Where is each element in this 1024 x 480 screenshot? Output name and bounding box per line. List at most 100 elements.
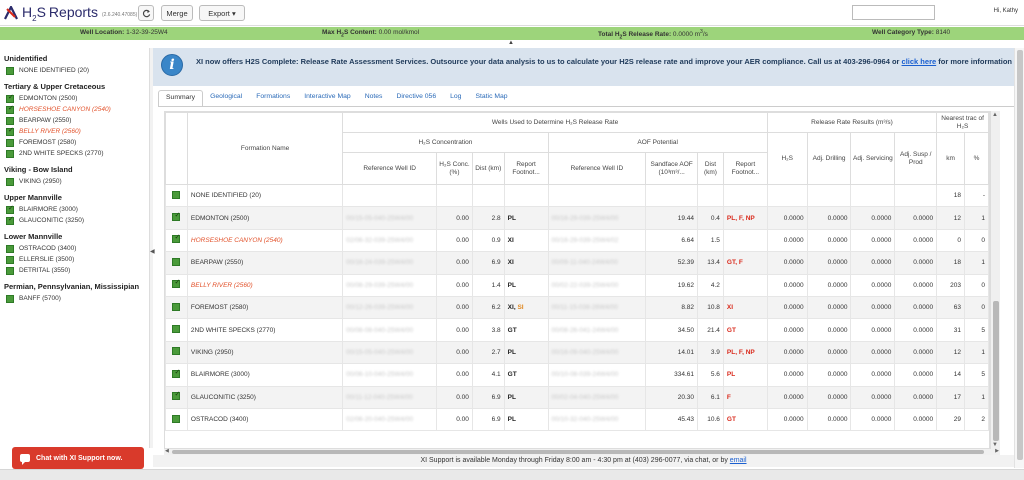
info-icon: i <box>161 54 183 76</box>
sidebar-formation-item[interactable]: NONE IDENTIFIED (20) <box>0 65 149 76</box>
sidebar-formation-item[interactable]: DETRITAL (3550) <box>0 265 149 276</box>
page-vertical-scroll-thumb[interactable] <box>1017 50 1023 460</box>
header-report-footnote[interactable]: Report Footnot... <box>503 152 549 185</box>
sandface-aof-cell: 14.01 <box>645 340 698 365</box>
h2s-release-cell: 0.0000 <box>766 340 808 365</box>
scroll-up-icon[interactable]: ▲ <box>992 112 998 118</box>
sidebar-formation-item[interactable]: HORSESHOE CANYON (2540) <box>0 104 149 115</box>
sidebar-formation-item[interactable]: BANFF (5700) <box>0 293 149 304</box>
email-link[interactable]: email <box>730 457 747 464</box>
footnote-code: PL <box>507 281 516 289</box>
header-adj-drilling[interactable]: Adj. Drilling <box>806 132 852 185</box>
page-vertical-scrollbar[interactable] <box>1014 48 1024 468</box>
tab-interactive-map[interactable]: Interactive Map <box>297 90 357 107</box>
aof-report-footnote-cell <box>722 183 768 208</box>
aof-dist-cell: 0.4 <box>697 206 724 230</box>
sidebar-formation-item[interactable]: BLAIRMORE (3000) <box>0 204 149 215</box>
table-row[interactable]: NONE IDENTIFIED (20) 18- <box>165 183 989 208</box>
click-here-link[interactable]: click here <box>902 57 937 66</box>
header-reference-well-id[interactable]: Reference Well ID <box>342 152 438 185</box>
aof-reference-well-id-cell: 00/10-32-040-25W4/00 <box>547 407 647 432</box>
row-status-cell <box>165 228 188 253</box>
tab-log[interactable]: Log <box>443 90 468 107</box>
table-horizontal-scroll-thumb[interactable] <box>172 450 984 454</box>
table-row[interactable]: FOREMOST (2580) 00/12-26-039-25W4/00 0.00 6… <box>165 295 989 320</box>
tab-formations[interactable]: Formations <box>249 90 297 107</box>
sidebar-formation-item[interactable]: FOREMOST (2580) <box>0 137 149 148</box>
table-vertical-scrollbar[interactable]: ▲ ▼ <box>990 111 1000 449</box>
footnote-code: XI <box>726 304 734 312</box>
tab-directive-056[interactable]: Directive 056 <box>389 90 443 107</box>
nearest-km-cell: 29 <box>936 407 966 432</box>
header-adj-servicing[interactable]: Adj. Servicing <box>850 132 896 185</box>
tab-geological[interactable]: Geological <box>203 90 249 107</box>
header-report-footnote-aof[interactable]: Report Footnot... <box>722 152 768 185</box>
adj-drilling-cell: 0.0000 <box>806 295 852 320</box>
support-footer: XI Support is available Monday through F… <box>153 455 1014 467</box>
row-status-cell <box>165 363 188 387</box>
scroll-right-icon[interactable]: ▶ <box>995 448 999 454</box>
table-row[interactable]: OSTRACOD (3400) 02/06-20-040-25W4/00 0.00 6… <box>165 407 989 432</box>
sidebar-formation-item[interactable]: 2ND WHITE SPECKS (2770) <box>0 148 149 159</box>
table-row[interactable]: BEARPAW (2550) 00/16-24-039-25W4/00 0.00 6.… <box>165 251 989 275</box>
footnote-code: PL <box>726 371 736 379</box>
sidebar-formation-item[interactable]: VIKING (2950) <box>0 176 149 187</box>
dist-cell <box>471 183 505 208</box>
scroll-left-icon[interactable]: ◀ <box>165 448 169 454</box>
sidebar-group-title: Permian, Pennsylvanian, Mississipian <box>4 282 140 291</box>
formation-status-icon <box>172 347 181 356</box>
sidebar-formation-item[interactable]: BELLY RIVER (2560) <box>0 126 149 137</box>
collapse-sidebar-icon[interactable]: ◀ <box>150 248 155 255</box>
header-dist[interactable]: Dist (km) <box>471 152 505 185</box>
formation-name: NONE IDENTIFIED (20) <box>190 192 261 200</box>
adj-drilling-cell: 0.0000 <box>806 251 852 275</box>
sidebar-formation-item[interactable]: BEARPAW (2550) <box>0 115 149 126</box>
formation-name: GLAUCONITIC (3250) <box>190 393 256 401</box>
table-row[interactable]: HORSESHOE CANYON (2540) 02/06-32-039-25W4… <box>165 228 989 253</box>
adj-susp-prod-cell: 0.0000 <box>894 318 938 342</box>
table-row[interactable]: BELLY RIVER (2560) 00/08-29-039-25W4/00 0.… <box>165 273 989 297</box>
merge-button[interactable]: Merge <box>161 5 193 21</box>
tab-static-map[interactable]: Static Map <box>468 90 514 107</box>
report-footnote-cell: XI <box>503 228 549 253</box>
aof-reference-well-id: 00/02-04-040-25W4/00 <box>551 393 619 401</box>
sidebar-formation-item[interactable]: EDMONTON (2500) <box>0 93 149 104</box>
header-adj-susp-prod[interactable]: Adj. Susp / Prod <box>894 132 938 185</box>
chat-support-button[interactable]: Chat with XI Support now. <box>12 447 144 469</box>
collapse-infobar-icon[interactable]: ▲ <box>508 40 514 46</box>
aof-report-footnote-cell: GT <box>722 318 768 342</box>
footnote-code: SI <box>517 304 524 312</box>
header-sandface-aof[interactable]: Sandface AOF (10³m³/... <box>645 152 698 185</box>
table-row[interactable]: 2ND WHITE SPECKS (2770) 00/08-08-040-25W4… <box>165 318 989 342</box>
sidebar-formation-item[interactable]: OSTRACOD (3400) <box>0 243 149 254</box>
header-pct[interactable]: % <box>964 132 989 185</box>
well-info-bar: Well Location: 1-32-39-25W4 Max H2S Cont… <box>0 27 1024 40</box>
footnote-code: PL <box>507 348 516 356</box>
search-input[interactable] <box>852 5 935 20</box>
sidebar-formation-label: BANFF (5700) <box>19 295 61 302</box>
table-row[interactable]: BLAIRMORE (3000) 00/06-10-040-25W4/00 0.00… <box>165 363 989 387</box>
table-vertical-scroll-thumb[interactable] <box>993 301 999 441</box>
header-km[interactable]: km <box>936 132 966 185</box>
table-row[interactable]: GLAUCONITIC (3250) 00/11-12-040-25W4/00 0.… <box>165 385 989 409</box>
tab-notes[interactable]: Notes <box>358 90 390 107</box>
header-h2s-conc[interactable]: H₂S Conc. (%) <box>436 152 473 185</box>
table-row[interactable]: VIKING (2950) 00/15-05-040-25W4/00 0.00 2.7… <box>165 340 989 365</box>
header-formation-name[interactable]: Formation Name <box>186 112 344 185</box>
export-button[interactable]: Export ▾ <box>199 5 245 21</box>
sidebar-formation-item[interactable]: GLAUCONITIC (3250) <box>0 215 149 226</box>
report-footnote-cell: XI <box>503 251 549 275</box>
app-logo[interactable]: H2S Reports (2.6.240.47085) <box>4 3 137 23</box>
header-reference-well-id-aof[interactable]: Reference Well ID <box>547 152 647 185</box>
adj-drilling-cell: 0.0000 <box>806 273 852 297</box>
sidebar-formation-item[interactable]: ELLERSLIE (3500) <box>0 254 149 265</box>
table-row[interactable]: EDMONTON (2500) 00/15-05-040-25W4/00 0.002… <box>165 206 989 230</box>
sandface-aof-cell: 19.62 <box>645 273 698 297</box>
header-h2s[interactable]: H₂S <box>766 132 808 185</box>
user-greeting[interactable]: Hi, Kathy <box>940 8 1020 14</box>
refresh-button[interactable] <box>138 5 154 21</box>
reference-well-id-cell: 00/15-05-040-25W4/00 <box>342 340 438 365</box>
adj-drilling-cell: 0.0000 <box>806 228 852 253</box>
tab-summary[interactable]: Summary <box>158 90 204 107</box>
header-dist-aof[interactable]: Dist (km) <box>697 152 724 185</box>
